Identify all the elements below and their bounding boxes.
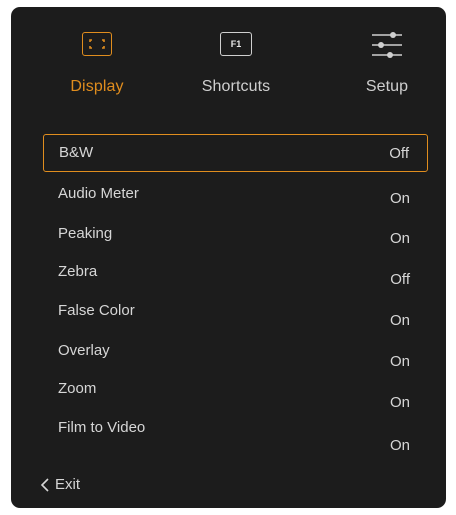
setting-row-audio-meter[interactable]: Audio Meter On: [43, 179, 428, 217]
setting-value: Off: [390, 271, 410, 288]
setting-value: On: [389, 230, 410, 247]
setting-row-false-color[interactable]: False Color On: [43, 299, 428, 337]
setting-value: On: [389, 190, 410, 207]
setting-name: Film to Video: [58, 419, 146, 436]
sliders-icon: [370, 30, 404, 60]
setting-row-zoom[interactable]: Zoom On: [43, 380, 428, 418]
setting-value: Off: [389, 145, 409, 162]
tab-label: Setup: [365, 78, 409, 95]
chevron-left-icon: [40, 478, 50, 492]
setting-value: On: [389, 312, 410, 329]
setting-value: On: [389, 437, 410, 454]
setting-name: B&W: [59, 144, 94, 161]
setting-name: Overlay: [58, 342, 110, 359]
display-frame-icon: [82, 32, 112, 56]
setting-row-film-to-video[interactable]: Film to Video On: [43, 419, 428, 458]
setting-name: Zebra: [58, 263, 98, 280]
tab-label: Shortcuts: [201, 78, 271, 95]
setting-value: On: [389, 394, 410, 411]
exit-label: Exit: [55, 476, 81, 493]
tab-setup[interactable]: Setup: [327, 30, 446, 110]
tab-shortcuts[interactable]: F1 Shortcuts: [176, 30, 296, 110]
setting-row-bw[interactable]: B&W Off: [43, 134, 428, 172]
setting-row-overlay[interactable]: Overlay On: [43, 340, 428, 378]
setting-value: On: [389, 353, 410, 370]
setting-name: Peaking: [58, 225, 113, 242]
setting-name: Zoom: [58, 380, 97, 397]
setting-name: Audio Meter: [58, 185, 139, 202]
setting-name: False Color: [58, 302, 135, 319]
setting-row-peaking[interactable]: Peaking On: [43, 219, 428, 257]
tab-label: Display: [70, 78, 124, 95]
settings-panel: Display F1 Shortcuts Setup B&W Off Audio…: [11, 7, 446, 508]
f1-key-icon: F1: [220, 32, 252, 56]
tab-display[interactable]: Display: [37, 30, 157, 110]
setting-row-zebra[interactable]: Zebra Off: [43, 259, 428, 297]
